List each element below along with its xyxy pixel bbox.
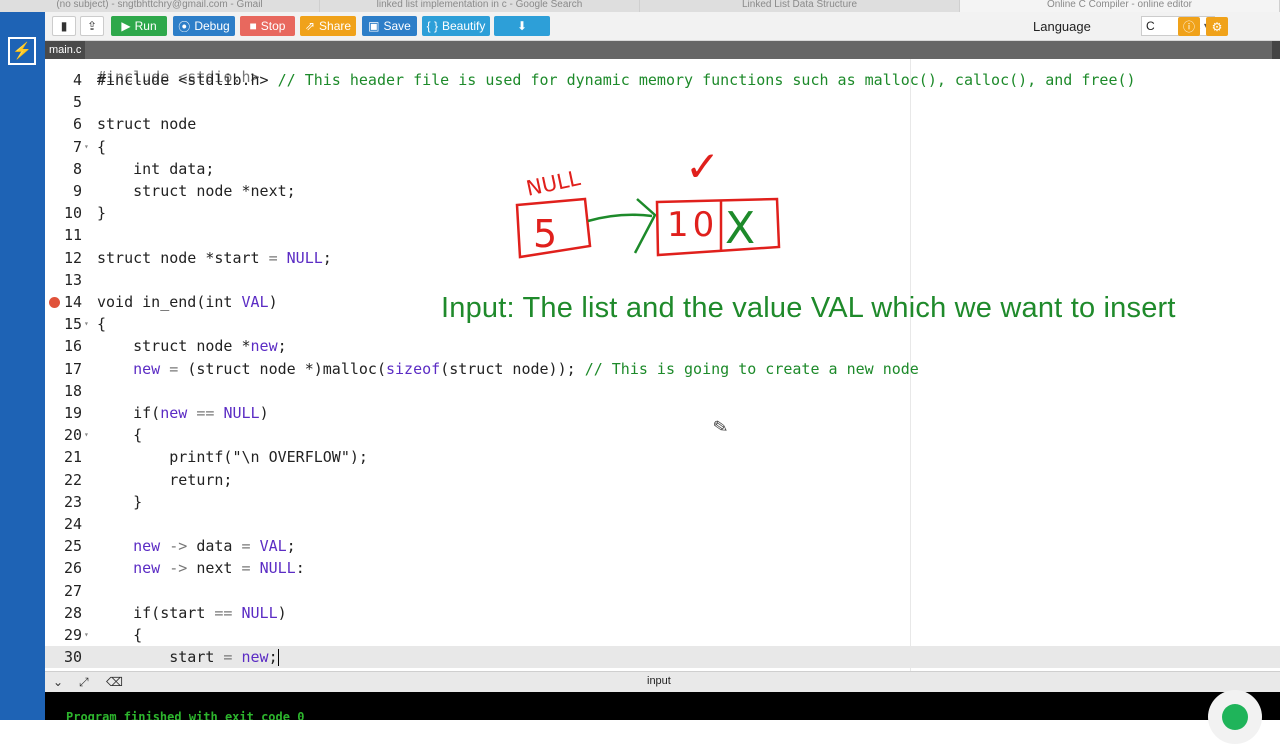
collapse-chevron-icon[interactable]: ⌄ (53, 675, 63, 689)
language-label: Language (1033, 19, 1091, 34)
toolbar: ▮ ⇪ ▶ Run ⦿ Debug ■ Stop ⇗ Share ▣ Save { } Be… (45, 12, 1280, 41)
info-button[interactable]: ⓘ (1178, 17, 1200, 36)
file-tab-bar: main.c (45, 41, 1280, 59)
stop-icon: ■ (249, 19, 257, 33)
file-icon: ▮ (60, 19, 68, 33)
drawing-arrow (587, 213, 653, 223)
console-text: Program finished with exit code 0 (66, 710, 305, 720)
drawing-null-label: NULL (524, 166, 583, 201)
save-button[interactable]: ▣ Save (362, 16, 417, 36)
drawing-check-mark: ✓ (685, 142, 720, 191)
share-button[interactable]: ⇗ Share (300, 16, 356, 36)
save-icon: ▣ (368, 19, 380, 33)
code-editor[interactable]: #include <stdio.h> 4 #include <stdlib.h> … (45, 59, 1280, 671)
debug-icon: ⦿ (178, 19, 191, 34)
stop-button[interactable]: ■ Stop (240, 16, 295, 36)
debug-button[interactable]: ⦿ Debug (173, 16, 235, 36)
browser-tab-google-search[interactable]: linked list implementation in c - Google… (320, 0, 640, 12)
input-tab-label[interactable]: input (647, 675, 671, 687)
file-tab-main-c[interactable]: main.c (45, 41, 86, 59)
console-output: Program finished with exit code 0 (45, 692, 1280, 720)
drawing-arrow-head (633, 198, 657, 254)
browser-tab-linked-list[interactable]: Linked List Data Structure (640, 0, 960, 12)
clear-icon[interactable]: ⌫ (106, 675, 123, 689)
download-icon: ⬇ (516, 19, 528, 33)
play-icon: ▶ (121, 19, 131, 33)
upload-icon: ⇪ (86, 19, 98, 33)
settings-button[interactable]: ⚙ (1206, 17, 1228, 36)
browser-tab-strip: (no subject) - sngtbhttchry@gmail.com - … (0, 0, 1280, 12)
annotation-text: Input: The list and the value VAL which … (441, 292, 1176, 324)
braces-icon: { } (426, 19, 438, 33)
chat-icon (1222, 704, 1248, 730)
scrollbar[interactable] (1272, 41, 1280, 59)
new-file-button[interactable]: ▮ (52, 16, 76, 36)
beautify-button[interactable]: { } Beautify (422, 16, 490, 36)
gear-icon: ⚙ (1211, 19, 1223, 34)
drawing-node1-value: 5 (533, 212, 557, 256)
download-button[interactable]: ⬇ (494, 16, 550, 36)
share-icon: ⇗ (304, 19, 316, 33)
bottom-panel-bar: ⌄ ⤢ ⌫ input (45, 671, 1280, 693)
info-icon: ⓘ (1182, 20, 1195, 34)
browser-tab-gmail[interactable]: (no subject) - sngtbhttchry@gmail.com - … (0, 0, 320, 12)
expand-icon[interactable]: ⤢ (79, 675, 89, 690)
logo-icon[interactable]: ⚡ (8, 37, 36, 65)
drawing-node2-value: 10 (667, 205, 718, 245)
language-value: C (1146, 19, 1155, 33)
drawing-node2-next: X (725, 203, 755, 254)
upload-button[interactable]: ⇪ (80, 16, 104, 36)
run-button[interactable]: ▶ Run (111, 16, 167, 36)
left-sidebar: ⚡ (0, 12, 45, 720)
browser-tab-online-compiler[interactable]: Online C Compiler - online editor (960, 0, 1280, 12)
linked-list-drawing: NULL 5 10 X ✓ (515, 142, 781, 259)
